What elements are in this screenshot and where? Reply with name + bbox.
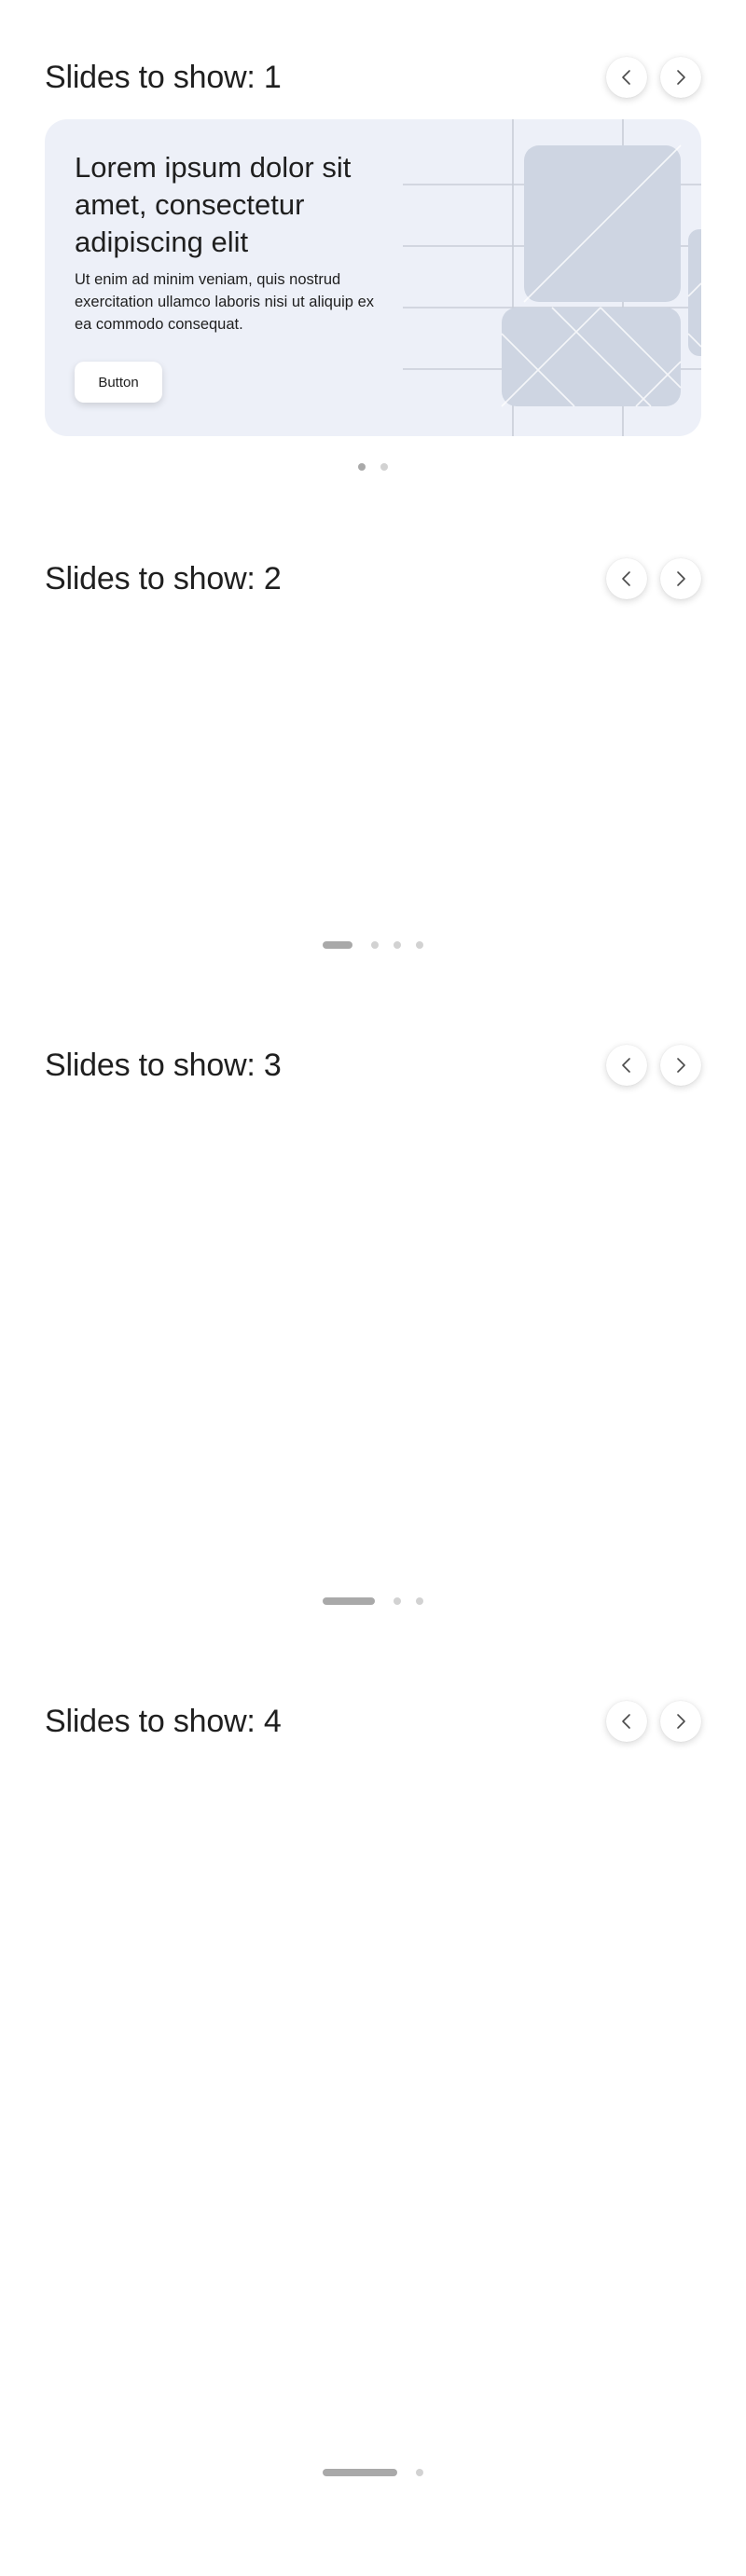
section-title: Slides to show: 2 [45, 561, 282, 596]
chevron-left-icon [622, 1058, 630, 1073]
chevron-left-icon [622, 571, 630, 586]
pagination-dot-active[interactable] [323, 2469, 397, 2476]
chevron-right-icon [677, 1058, 685, 1073]
chevron-right-icon [677, 571, 685, 586]
next-slide-button[interactable] [660, 1701, 701, 1742]
pagination-dot[interactable] [371, 941, 379, 949]
section-title: Slides to show: 4 [45, 1704, 282, 1739]
pagination-dot-active[interactable] [323, 941, 352, 949]
pagination-dot[interactable] [416, 1597, 423, 1605]
carousel-slide: Lorem ipsum dolor sit amet, consectetur … [45, 119, 701, 436]
next-slide-button[interactable] [660, 558, 701, 599]
carousel-section-4: Slides to show: 4 [45, 1700, 701, 2483]
carousel-header: Slides to show: 1 [45, 56, 701, 99]
carousel-header: Slides to show: 4 [45, 1700, 701, 1743]
carousel-pagination [45, 2468, 701, 2477]
carousel-header: Slides to show: 2 [45, 557, 701, 600]
carousel-section-3: Slides to show: 3 [45, 1044, 701, 1612]
carousel-pagination [45, 940, 701, 950]
next-slide-button[interactable] [660, 1045, 701, 1086]
pagination-dot[interactable] [416, 941, 423, 949]
previous-slide-button[interactable] [606, 1045, 647, 1086]
chevron-right-icon [677, 1714, 685, 1729]
carousel-pagination [45, 1596, 701, 1606]
carousel-header: Slides to show: 3 [45, 1044, 701, 1087]
slide-description: Ut enim ad minim veniam, quis nostrud ex… [75, 271, 374, 333]
pagination-dot[interactable] [416, 2469, 423, 2476]
pagination-dot[interactable] [394, 941, 401, 949]
slide-button[interactable]: Button [75, 362, 162, 403]
previous-slide-button[interactable] [606, 1701, 647, 1742]
chevron-left-icon [622, 70, 630, 85]
section-title: Slides to show: 1 [45, 60, 282, 95]
section-title: Slides to show: 3 [45, 1048, 282, 1083]
previous-slide-button[interactable] [606, 57, 647, 98]
carousel-section-2: Slides to show: 2 [45, 557, 701, 958]
chevron-left-icon [622, 1714, 630, 1729]
carousel-section-1: Slides to show: 1 Lorem ipsum dolor sit … [45, 56, 701, 475]
pagination-dot-active[interactable] [358, 463, 366, 471]
carousel-pagination [45, 462, 701, 472]
next-slide-button[interactable] [660, 57, 701, 98]
previous-slide-button[interactable] [606, 558, 647, 599]
placeholder-illustration [403, 119, 701, 436]
pagination-dot-active[interactable] [323, 1597, 375, 1605]
slide-title: Lorem ipsum dolor sit amet, consectetur … [75, 151, 352, 258]
chevron-right-icon [677, 70, 685, 85]
pagination-dot[interactable] [380, 463, 388, 471]
pagination-dot[interactable] [394, 1597, 401, 1605]
